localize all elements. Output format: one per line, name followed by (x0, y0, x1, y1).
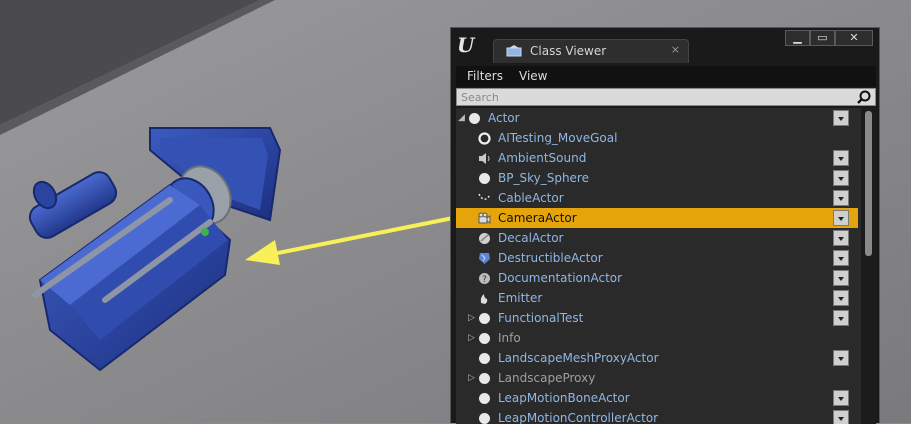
tab-close-icon[interactable]: × (671, 43, 680, 56)
tree-item-label: BP_Sky_Sphere (498, 171, 589, 185)
tree-item[interactable]: ▷ Info (456, 328, 858, 348)
menu-bar: Filters View (456, 66, 876, 87)
unreal-logo: U (457, 33, 475, 57)
collapsed-triangle-icon[interactable]: ▷ (468, 372, 478, 384)
white-dot-icon (479, 313, 490, 324)
speaker-icon (479, 153, 490, 164)
tree-item-label: Info (498, 331, 521, 345)
chevron-down-icon[interactable] (833, 150, 849, 166)
maximize-button[interactable]: ▭ (810, 30, 835, 46)
tree-item[interactable]: AmbientSound (456, 148, 858, 168)
cable-icon (478, 193, 491, 200)
tree-item[interactable]: ◢ Actor (456, 108, 858, 128)
menu-filters[interactable]: Filters (467, 69, 503, 83)
white-dot-icon (479, 173, 490, 184)
tree-item[interactable]: LeapMotionControllerActor (456, 408, 858, 424)
class-viewer-window[interactable]: U Class Viewer × ▁ ▭ ✕ Filters View ◢ Act… (450, 27, 880, 424)
tree-item-label: Actor (488, 111, 520, 125)
white-dot-icon (479, 353, 490, 364)
camera-icon (478, 212, 491, 224)
svg-text:?: ? (482, 275, 487, 285)
collapsed-triangle-icon[interactable]: ▷ (468, 332, 478, 344)
tree-item[interactable]: LandscapeMeshProxyActor (456, 348, 858, 368)
ring-icon (478, 132, 491, 145)
tree-item[interactable]: ▷ LandscapeProxy (456, 368, 858, 388)
search-icon[interactable] (857, 90, 871, 104)
class-viewer-tab-icon (506, 45, 522, 57)
tree-item[interactable]: LeapMotionBoneActor (456, 388, 858, 408)
tree-item-label: AITesting_MoveGoal (498, 131, 618, 145)
chevron-down-icon[interactable] (833, 410, 849, 424)
chevron-down-icon[interactable] (833, 230, 849, 246)
chevron-down-icon[interactable] (833, 270, 849, 286)
white-dot-icon (479, 373, 490, 384)
decal-icon (479, 233, 490, 244)
close-button[interactable]: ✕ (835, 30, 873, 46)
tree-item[interactable]: DestructibleActor (456, 248, 858, 268)
search-box (456, 88, 876, 106)
emitter-icon (480, 294, 488, 304)
tree-item[interactable]: AITesting_MoveGoal (456, 128, 858, 148)
tree-item-label: CableActor (498, 191, 564, 205)
tree-item[interactable]: DecalActor (456, 228, 858, 248)
scrollbar-thumb[interactable] (865, 111, 872, 256)
chevron-down-icon[interactable] (833, 390, 849, 406)
white-dot-icon (469, 113, 480, 124)
chevron-down-icon[interactable] (833, 210, 849, 226)
tree-item-label: DocumentationActor (498, 271, 623, 285)
tree-item-label: Emitter (498, 291, 543, 305)
tree-item-label: DecalActor (498, 231, 564, 245)
tree-item[interactable]: CableActor (456, 188, 858, 208)
white-dot-icon (479, 333, 490, 344)
white-dot-icon (479, 413, 490, 424)
tree-item-label: FunctionalTest (498, 311, 584, 325)
chevron-down-icon[interactable] (833, 110, 849, 126)
chevron-down-icon[interactable] (833, 170, 849, 186)
tree-item[interactable]: ? DocumentationActor (456, 268, 858, 288)
tree-item-label: LandscapeMeshProxyActor (498, 351, 659, 365)
tree-item[interactable]: BP_Sky_Sphere (456, 168, 858, 188)
minimize-button[interactable]: ▁ (785, 30, 810, 46)
tree-item-label: LeapMotionControllerActor (498, 411, 659, 424)
class-viewer-tab[interactable]: Class Viewer × (493, 39, 689, 63)
tree-item-label: DestructibleActor (498, 251, 603, 265)
tree-item-label: AmbientSound (498, 151, 587, 165)
tree-item[interactable]: Emitter (456, 288, 858, 308)
tab-title: Class Viewer (530, 44, 607, 58)
chevron-down-icon[interactable] (833, 290, 849, 306)
class-tree: ◢ Actor AITesting_MoveGoal AmbientSound BP_S… (456, 108, 876, 424)
chevron-down-icon[interactable] (833, 310, 849, 326)
question-icon: ? (479, 273, 490, 285)
tree-item[interactable]: ▷ FunctionalTest (456, 308, 858, 328)
tree-scrollbar[interactable] (861, 108, 876, 424)
expanded-triangle-icon[interactable]: ◢ (458, 112, 468, 124)
search-input[interactable] (459, 89, 843, 105)
menu-view[interactable]: View (519, 69, 547, 83)
white-dot-icon (479, 393, 490, 404)
chevron-down-icon[interactable] (833, 190, 849, 206)
tree-item-label: LandscapeProxy (498, 371, 596, 385)
tree-item[interactable]: CameraActor (456, 208, 858, 228)
chevron-down-icon[interactable] (833, 350, 849, 366)
chevron-down-icon[interactable] (833, 250, 849, 266)
tree-item-label: CameraActor (498, 211, 577, 225)
destructible-icon (479, 253, 490, 264)
collapsed-triangle-icon[interactable]: ▷ (468, 312, 478, 324)
tree-item-label: LeapMotionBoneActor (498, 391, 630, 405)
